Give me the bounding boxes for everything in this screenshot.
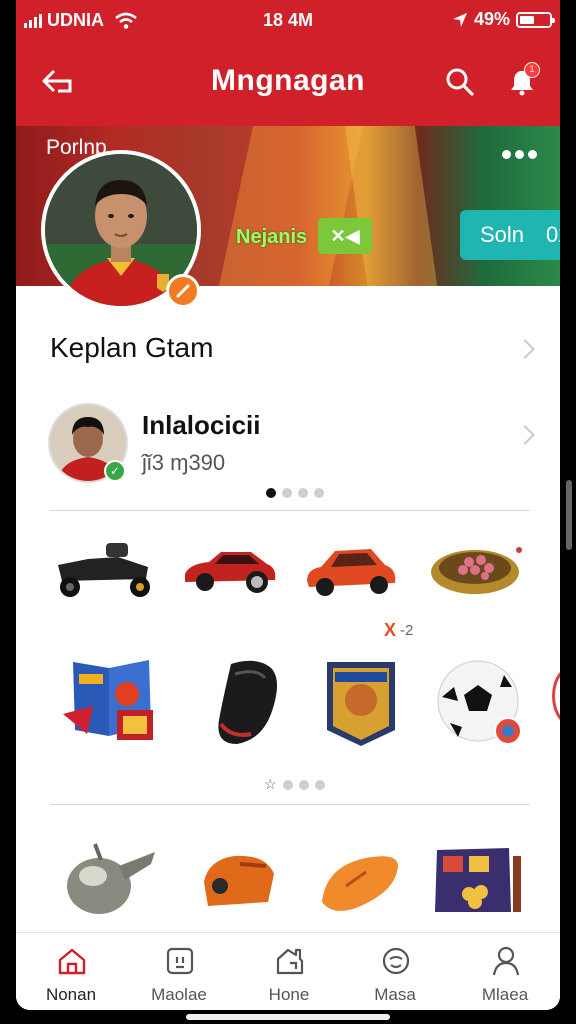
home-indicator: [186, 1014, 390, 1020]
chevron-right-icon[interactable]: [515, 339, 535, 359]
follow-button[interactable]: ✕◀: [318, 218, 372, 254]
item-bowl-of-beads[interactable]: [424, 520, 534, 620]
tab-label: Hone: [268, 985, 310, 1004]
buggy-icon: [58, 543, 150, 597]
edit-avatar-button[interactable]: [166, 274, 200, 308]
chevron-right-icon[interactable]: [515, 425, 535, 445]
page-dot: [282, 779, 293, 790]
item-gem-board[interactable]: [424, 826, 534, 926]
item-price: X -2: [384, 620, 413, 641]
tab-profile[interactable]: Mlaea: [460, 941, 550, 1007]
tab-label: Maolae: [151, 985, 207, 1004]
more-dot-icon: [515, 150, 524, 159]
bowl-icon: [431, 547, 522, 594]
search-icon: [446, 68, 474, 96]
chat-face-icon: [382, 947, 410, 975]
battery-percent: 49%: [473, 9, 510, 29]
tab-home[interactable]: Nonan: [26, 941, 116, 1007]
divider: [50, 804, 530, 805]
location-arrow-icon: [452, 12, 467, 27]
box-icon: [166, 947, 194, 975]
more-options-button[interactable]: [502, 150, 537, 159]
item-colorful-game-book[interactable]: [52, 652, 162, 752]
gem-board-icon: [435, 848, 521, 912]
solution-button-label: Soln: [480, 222, 525, 247]
item-orange-device[interactable]: [184, 826, 294, 926]
tab-label: Mlaea: [481, 985, 529, 1004]
notification-badge: 1: [524, 62, 540, 78]
page-dot-active: [266, 488, 276, 498]
bottom-tab-bar: Nonan Maolae Hone Masa Mlaea: [16, 932, 560, 1010]
friend-stat: ĵǐ3 ɱ390: [142, 450, 226, 475]
status-right-group: 49%: [452, 9, 555, 30]
price-value: -2: [400, 622, 414, 639]
more-dot-icon: [502, 150, 511, 159]
page-indicator: ☆: [264, 776, 325, 793]
item-black-quad-buggy[interactable]: [48, 520, 158, 620]
solution-button[interactable]: Soln 02: [460, 210, 560, 260]
player-name: Nejanis: [236, 226, 308, 248]
section-title[interactable]: Keplan Gtam: [50, 332, 213, 364]
item-red-sports-car[interactable]: [174, 520, 284, 620]
tab-chat[interactable]: Masa: [350, 941, 440, 1007]
app-header: Mngnagan 1: [16, 40, 560, 126]
battery-icon: [516, 11, 555, 28]
item-orange-hatchback-car[interactable]: [296, 520, 406, 620]
status-bar: UDNIA 18 4M 49%: [16, 0, 560, 40]
solution-button-value: 02: [546, 222, 560, 247]
page-dot: [298, 488, 308, 498]
item-edge-partial[interactable]: [552, 666, 560, 726]
star-icon: ☆: [264, 776, 277, 792]
page-dot: [314, 488, 324, 498]
more-dot-icon: [528, 150, 537, 159]
book-icon: [63, 660, 153, 740]
tab-house[interactable]: Hone: [244, 941, 334, 1007]
friend-name: Inlalocicii: [142, 410, 261, 440]
soccer-ball-icon: [437, 660, 522, 745]
person-icon: [492, 946, 520, 976]
house-icon: [276, 948, 304, 975]
page-dot: [298, 779, 309, 790]
orange-car-icon: [307, 549, 396, 596]
item-metal-trophy[interactable]: [56, 826, 166, 926]
divider: [50, 510, 530, 511]
page-dot: [282, 488, 292, 498]
page-indicator: [266, 488, 324, 498]
item-black-glove[interactable]: [188, 652, 298, 752]
glove-icon: [218, 660, 277, 744]
item-orange-leaf-pad[interactable]: [306, 826, 416, 926]
fan-card-icon: [327, 662, 395, 746]
online-status-icon: ✓: [104, 460, 126, 482]
search-button[interactable]: [440, 62, 480, 102]
metal-trophy-icon: [67, 843, 155, 914]
scrollbar[interactable]: [566, 480, 572, 550]
banner-flag-shape: [218, 126, 364, 286]
page-dot: [314, 779, 325, 790]
tab-label: Masa: [374, 985, 416, 1004]
leaf-pad-icon: [322, 856, 398, 911]
item-soccer-ball[interactable]: [424, 652, 534, 752]
tab-box[interactable]: Maolae: [134, 941, 224, 1007]
app-screen: UDNIA 18 4M 49% Mngnagan 1 Porlnp Nejani…: [16, 0, 560, 1010]
tab-label: Nonan: [45, 985, 97, 1004]
home-icon: [58, 948, 86, 975]
pencil-icon: [176, 284, 190, 298]
orange-device-icon: [204, 855, 274, 906]
notifications-button[interactable]: 1: [502, 62, 542, 102]
price-prefix: X: [384, 620, 397, 640]
item-fan-card[interactable]: [306, 652, 416, 752]
battery-fill: [520, 15, 534, 24]
banner-flag-shape: [344, 126, 438, 286]
red-car-icon: [185, 552, 276, 593]
